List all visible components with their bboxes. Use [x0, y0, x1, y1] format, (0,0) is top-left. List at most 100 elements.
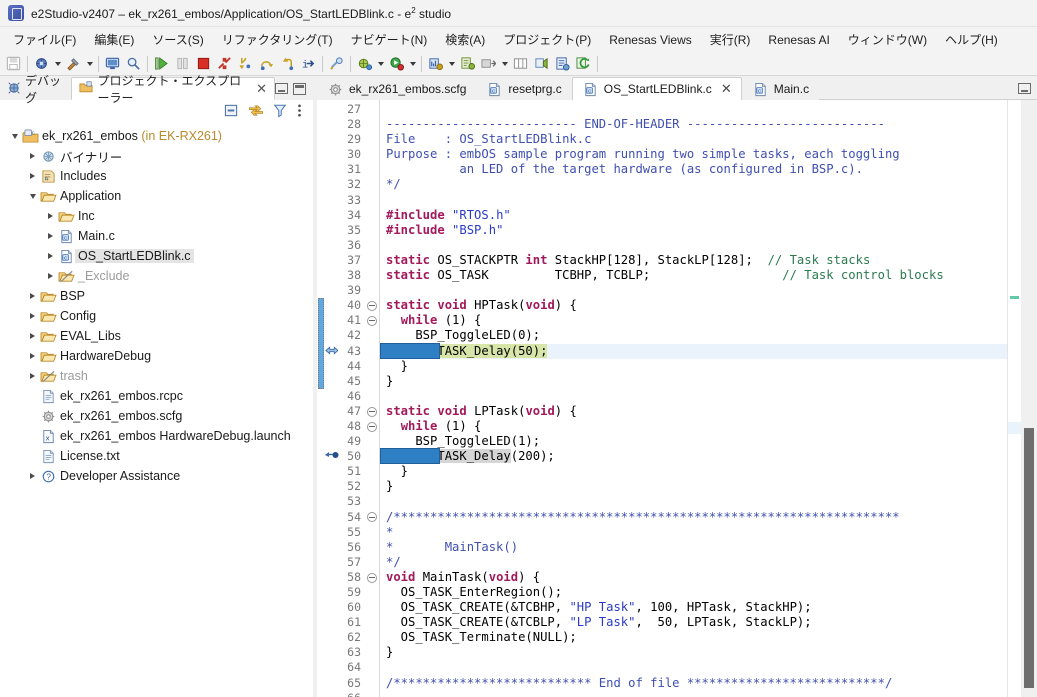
code-editor[interactable]: 27 28 29 30 31 32 33 34 35 36 37 38 39 40 41 42 43 44 45 46…: [317, 100, 1037, 697]
code-line[interactable]: Purpose : embOS sample program running t…: [386, 147, 1007, 162]
code-line[interactable]: */: [386, 555, 1007, 570]
filter-icon[interactable]: [273, 103, 287, 118]
instruction-stepping-icon[interactable]: i: [298, 54, 319, 74]
tree-item-config[interactable]: Config: [0, 306, 313, 326]
menu-search[interactable]: 検索(A): [436, 28, 494, 51]
chevron-right-icon[interactable]: [26, 326, 39, 346]
fold-collapse-icon[interactable]: [367, 315, 377, 326]
code-line[interactable]: static void HPTask(void) {: [386, 298, 1007, 313]
code-line[interactable]: an LED of the target hardware (as config…: [386, 162, 1007, 177]
chevron-right-icon[interactable]: [44, 246, 57, 266]
minimize-editor-icon[interactable]: [1018, 83, 1031, 94]
build-hammer-icon[interactable]: [63, 54, 84, 74]
code-line[interactable]: }: [386, 359, 1007, 374]
code-area[interactable]: -------------------------- END-OF-HEADER…: [379, 100, 1007, 697]
tree-item-bsp[interactable]: BSP: [0, 286, 313, 306]
code-line[interactable]: static void LPTask(void) {: [386, 404, 1007, 419]
open-resource-icon[interactable]: [552, 54, 573, 74]
build-dropdown-arrow-icon[interactable]: [84, 54, 95, 74]
tree-item-launch[interactable]: x ek_rx261_embos HardwareDebug.launch: [0, 426, 313, 446]
menu-renesas-ai[interactable]: Renesas AI: [759, 30, 838, 50]
code-line[interactable]: }: [386, 374, 1007, 389]
code-line[interactable]: *: [386, 525, 1007, 540]
fold-collapse-icon[interactable]: [367, 300, 377, 311]
folding-ruler[interactable]: [365, 100, 379, 697]
menu-file[interactable]: ファイル(F): [4, 28, 85, 51]
code-line[interactable]: [386, 660, 1007, 675]
code-line[interactable]: OS_TASK_Delay(50);: [386, 343, 1007, 359]
tree-item-os-startledblink-c[interactable]: c OS_StartLEDBlink.c: [0, 246, 313, 266]
code-line[interactable]: */: [386, 177, 1007, 192]
tree-item-includes[interactable]: h Includes: [0, 166, 313, 186]
skip-arrow-icon[interactable]: [499, 54, 510, 74]
menu-refactor[interactable]: リファクタリング(T): [213, 28, 342, 51]
tree-item-developer-assistance[interactable]: ? Developer Assistance: [0, 466, 313, 486]
code-line[interactable]: OS_TASK_EnterRegion();: [386, 585, 1007, 600]
skip-breakpoints-icon[interactable]: [478, 54, 499, 74]
chevron-right-icon[interactable]: [26, 166, 39, 186]
code-line[interactable]: OS_TASK_CREATE(&TCBHP, "HP Task", 100, H…: [386, 600, 1007, 615]
tree-item-hardwaredebug[interactable]: HardwareDebug: [0, 346, 313, 366]
code-line[interactable]: static OS_STACKPTR int StackHP[128], Sta…: [386, 253, 1007, 268]
code-line[interactable]: void MainTask(void) {: [386, 570, 1007, 585]
link-with-editor-icon[interactable]: [248, 103, 264, 118]
code-line[interactable]: [386, 102, 1007, 117]
view-menu-icon[interactable]: [296, 103, 303, 118]
breakpoint-gutter[interactable]: [325, 100, 339, 697]
perspective-icon[interactable]: [510, 54, 531, 74]
chevron-right-icon[interactable]: [44, 206, 57, 226]
menu-run[interactable]: 実行(R): [701, 28, 760, 51]
tree-item-application[interactable]: Application: [0, 186, 313, 206]
code-line[interactable]: [386, 283, 1007, 298]
tree-item-license[interactable]: License.txt: [0, 446, 313, 466]
maximize-view-icon[interactable]: [293, 82, 306, 95]
chevron-down-icon[interactable]: [8, 126, 21, 146]
code-line[interactable]: [386, 389, 1007, 404]
tree-item-trash[interactable]: trash: [0, 366, 313, 386]
step-over-icon[interactable]: [256, 54, 277, 74]
menu-help[interactable]: ヘルプ(H): [936, 28, 1007, 51]
code-line[interactable]: File : OS_StartLEDBlink.c: [386, 132, 1007, 147]
editor-tab-resetprg[interactable]: c resetprg.c: [476, 77, 572, 100]
chevron-right-icon[interactable]: [44, 266, 57, 286]
terminate-icon[interactable]: [193, 54, 214, 74]
code-line[interactable]: /*************************** End of file…: [386, 676, 1007, 691]
coverage-icon[interactable]: [457, 54, 478, 74]
project-tree[interactable]: c ek_rx261_embos (in EK-RX261) バイナリー h Inclu…: [0, 122, 313, 697]
tree-item-inc[interactable]: Inc: [0, 206, 313, 226]
chevron-right-icon[interactable]: [26, 466, 39, 486]
overview-occurrence-mark[interactable]: [1010, 296, 1019, 299]
pin-icon[interactable]: [531, 54, 552, 74]
resume-icon[interactable]: [151, 54, 172, 74]
tree-item-eval-libs[interactable]: EVAL_Libs: [0, 326, 313, 346]
search-icon[interactable]: [123, 54, 144, 74]
code-line[interactable]: while (1) {: [386, 419, 1007, 434]
minimize-view-icon[interactable]: [275, 83, 288, 94]
code-line[interactable]: BSP_ToggleLED(1);: [386, 434, 1007, 449]
code-line[interactable]: }: [386, 464, 1007, 479]
menu-window[interactable]: ウィンドウ(W): [839, 28, 936, 51]
code-line[interactable]: BSP_ToggleLED(0);: [386, 328, 1007, 343]
chevron-right-icon[interactable]: [26, 306, 39, 326]
code-line[interactable]: OS_TASK_CREATE(&TCBLP, "LP Task", 50, LP…: [386, 615, 1007, 630]
chevron-right-icon[interactable]: [26, 146, 39, 166]
code-line[interactable]: #include "RTOS.h": [386, 208, 1007, 223]
chevron-right-icon[interactable]: [44, 226, 57, 246]
tree-item-main-c[interactable]: c Main.c: [0, 226, 313, 246]
overview-ruler[interactable]: [1007, 100, 1021, 697]
fold-collapse-icon[interactable]: [367, 421, 377, 432]
editor-tab-scfg[interactable]: ek_rx261_embos.scfg: [317, 77, 477, 100]
fold-collapse-icon[interactable]: [367, 572, 377, 583]
code-line[interactable]: [386, 494, 1007, 509]
code-line[interactable]: OS_TASK_Delay(200);: [386, 449, 1007, 464]
profile-icon[interactable]: [425, 54, 446, 74]
code-line[interactable]: OS_TASK_Terminate(NULL);: [386, 630, 1007, 645]
run-arrow-icon[interactable]: [407, 54, 418, 74]
code-line[interactable]: -------------------------- END-OF-HEADER…: [386, 117, 1007, 132]
editor-tab-main[interactable]: c Main.c: [741, 77, 820, 100]
tree-item-binaries[interactable]: バイナリー: [0, 146, 313, 166]
view-tab-project-explorer[interactable]: プロジェクト・エクスプローラー ✕: [71, 74, 275, 105]
external-tools-icon[interactable]: [326, 54, 347, 74]
code-line[interactable]: [386, 193, 1007, 208]
step-into-icon[interactable]: [235, 54, 256, 74]
